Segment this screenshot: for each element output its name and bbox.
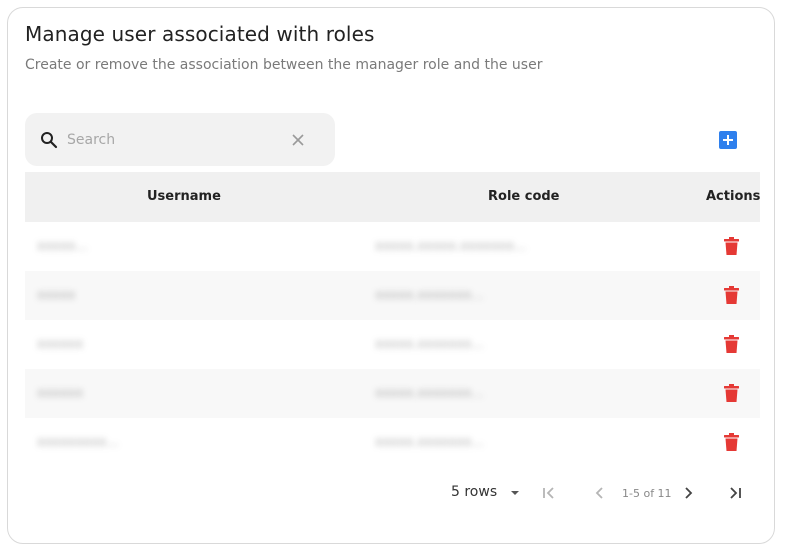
roles-card: Manage user associated with roles Create… — [7, 7, 775, 544]
table-row: xxxxxx xxxxx.xxxxxxx... — [25, 369, 760, 418]
cell-username: xxxxx — [37, 288, 76, 303]
cell-role-code: xxxxx.xxxxxxx... — [375, 337, 484, 352]
next-page-icon[interactable] — [682, 485, 696, 501]
trash-icon[interactable] — [724, 335, 739, 353]
cell-username: xxxxxx — [37, 386, 84, 401]
trash-icon[interactable] — [724, 237, 739, 255]
column-header-role-code[interactable]: Role code — [488, 189, 560, 204]
table-row: xxxxx xxxxx.xxxxxxx... — [25, 271, 760, 320]
cell-username: xxxxx... — [37, 239, 88, 254]
table-row: xxxxx... xxxxx.xxxxx.xxxxxxx... — [25, 222, 760, 271]
add-association-button[interactable] — [719, 131, 737, 149]
table-row: xxxxxx xxxxx.xxxxxxx... — [25, 320, 760, 369]
pagination-bar: 5 rows 1-5 of 11 — [8, 484, 776, 504]
rows-per-page-select[interactable]: 5 rows — [451, 484, 497, 500]
column-header-username[interactable]: Username — [147, 189, 221, 204]
cell-role-code: xxxxx.xxxxxxx... — [375, 435, 484, 450]
table-header: Username Role code Actions — [25, 172, 760, 222]
trash-icon[interactable] — [724, 384, 739, 402]
first-page-icon[interactable] — [541, 485, 557, 501]
page-title: Manage user associated with roles — [25, 22, 375, 46]
search-input[interactable] — [65, 127, 289, 153]
search-icon — [41, 132, 58, 149]
add-icon — [723, 135, 733, 145]
cell-role-code: xxxxx.xxxxxxx... — [375, 288, 484, 303]
cell-role-code: xxxxx.xxxxxxx... — [375, 386, 484, 401]
cell-username: xxxxxx — [37, 337, 84, 352]
trash-icon[interactable] — [724, 286, 739, 304]
cell-role-code: xxxxx.xxxxx.xxxxxxx... — [375, 239, 527, 254]
pagination-range: 1-5 of 11 — [622, 487, 672, 500]
close-icon[interactable] — [291, 133, 305, 147]
column-header-actions: Actions — [706, 189, 761, 204]
last-page-icon[interactable] — [727, 485, 743, 501]
chevron-down-icon[interactable] — [510, 488, 520, 498]
trash-icon[interactable] — [724, 433, 739, 451]
page-subtitle: Create or remove the association between… — [25, 57, 543, 73]
prev-page-icon[interactable] — [592, 485, 606, 501]
table-row: xxxxxxxxx... xxxxx.xxxxxxx... — [25, 418, 760, 467]
cell-username: xxxxxxxxx... — [37, 435, 119, 450]
search-box — [25, 113, 335, 166]
